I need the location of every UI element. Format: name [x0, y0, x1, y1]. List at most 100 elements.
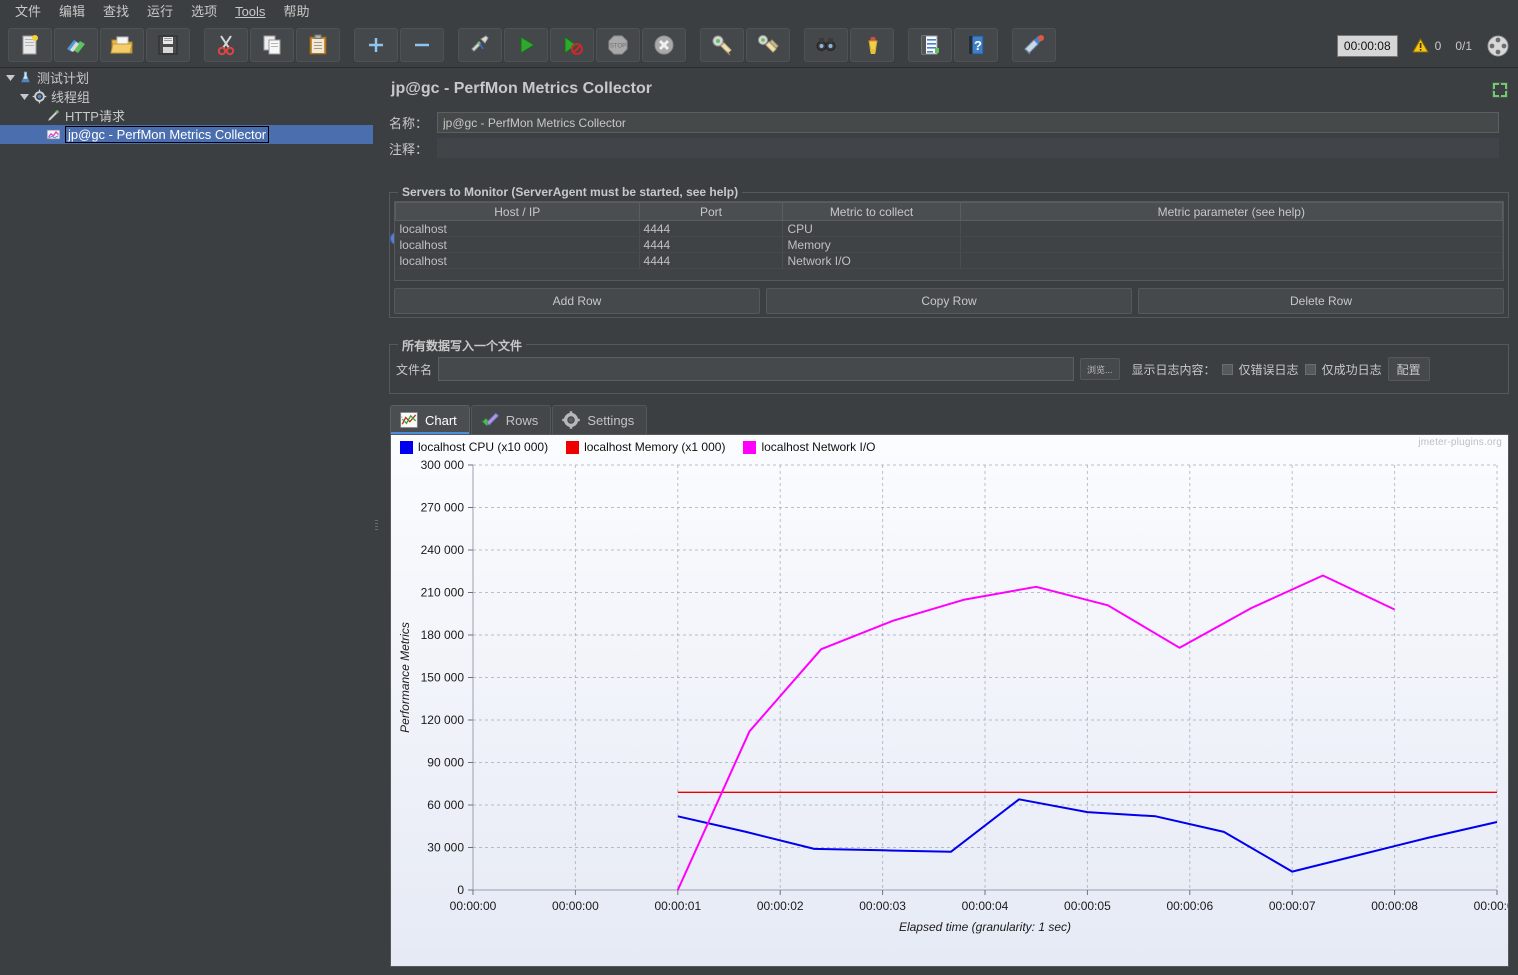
menu-item-7[interactable]: 帮助: [274, 1, 318, 22]
collapse-all-button[interactable]: [400, 28, 444, 62]
file-group-title: 所有数据写入一个文件: [398, 337, 527, 354]
tree-node-4[interactable]: jp@gc - PerfMon Metrics Collector: [0, 125, 373, 144]
perfmon-panel: jp@gc - PerfMon Metrics Collector 名称： 注释…: [381, 68, 1518, 975]
svg-text:Elapsed time (granularity: 1 s: Elapsed time (granularity: 1 sec): [899, 920, 1071, 934]
fullscreen-icon[interactable]: [1490, 80, 1510, 100]
test-plan-tree[interactable]: 测试计划 线程组 HTTP请求 jp@gc - PerfMon Metrics Col…: [0, 68, 373, 975]
legend-swatch: [566, 440, 580, 454]
port-cell[interactable]: 4444: [639, 252, 784, 269]
panel-splitter[interactable]: [373, 68, 380, 975]
svg-text:00:00:06: 00:00:06: [1166, 899, 1213, 913]
save-button[interactable]: [146, 28, 190, 62]
copy-row-button[interactable]: Copy Row: [766, 288, 1132, 314]
menu-item-2[interactable]: 编辑: [50, 1, 94, 22]
svg-text:300 000: 300 000: [421, 458, 465, 472]
templates-button[interactable]: [54, 28, 98, 62]
legend-item-1[interactable]: localhost CPU (x10 000): [400, 440, 548, 454]
browse-button[interactable]: 浏览...: [1080, 358, 1120, 380]
help-button[interactable]: ?: [954, 28, 998, 62]
delete-row-button[interactable]: Delete Row: [1138, 288, 1504, 314]
warning-icon: [1411, 38, 1429, 53]
start-no-pauses-button[interactable]: [550, 28, 594, 62]
svg-text:?: ?: [974, 38, 982, 53]
port-cell[interactable]: 4444: [639, 220, 784, 237]
table-row[interactable]: localhost 4444 Memory: [395, 236, 1503, 253]
comment-input[interactable]: [437, 138, 1499, 158]
success-only-checkbox[interactable]: [1304, 363, 1316, 375]
result-tabs[interactable]: Chart Rows Settings: [390, 405, 648, 434]
success-only-label: 仅成功日志: [1321, 362, 1382, 377]
undo-redo-icon: [1024, 35, 1044, 55]
column-header-4[interactable]: Metric parameter (see help): [959, 202, 1503, 221]
table-row[interactable]: localhost 4444 Network I/O: [395, 252, 1503, 269]
menu-item-6[interactable]: Tools: [226, 1, 274, 22]
show-log-label: 显示日志内容：: [1131, 362, 1216, 377]
paste-button[interactable]: [296, 28, 340, 62]
function-helper-button[interactable]: [908, 28, 952, 62]
legend-item-2[interactable]: localhost Memory (x1 000): [566, 440, 725, 454]
start-icon: [520, 36, 535, 54]
reset-search-button[interactable]: [850, 28, 894, 62]
column-header-3[interactable]: Metric to collect: [782, 202, 961, 221]
tab-chart[interactable]: Chart: [390, 405, 470, 434]
stop-button[interactable]: STOP: [596, 28, 640, 62]
tree-node-2[interactable]: 线程组: [0, 87, 373, 106]
tab-label: Settings: [587, 412, 635, 428]
expand-toggle-icon[interactable]: [18, 92, 31, 101]
open-button[interactable]: [100, 28, 144, 62]
param-cell[interactable]: [960, 220, 1503, 237]
gear-icon: [562, 411, 581, 429]
copy-button[interactable]: [250, 28, 294, 62]
tab-settings[interactable]: Settings: [552, 405, 648, 434]
host-cell[interactable]: localhost: [395, 252, 640, 269]
param-cell[interactable]: [960, 236, 1503, 253]
metric-cell[interactable]: Network I/O: [782, 252, 961, 269]
tree-node-1[interactable]: 测试计划: [0, 68, 373, 87]
chart-icon: [400, 412, 418, 428]
column-header-2[interactable]: Port: [638, 202, 784, 221]
host-cell[interactable]: localhost: [395, 236, 640, 253]
legend-label: localhost CPU (x10 000): [418, 440, 549, 454]
menu-item-3[interactable]: 查找: [94, 1, 138, 22]
search-button[interactable]: [804, 28, 848, 62]
expand-all-icon: [369, 38, 383, 52]
undo-redo-button[interactable]: [1012, 28, 1056, 62]
metric-cell[interactable]: CPU: [782, 220, 961, 237]
menu-item-1[interactable]: 文件: [6, 1, 50, 22]
toolbar: STOP?: [0, 23, 1518, 68]
perfmon-icon: [46, 129, 61, 140]
menu-item-5[interactable]: 选项: [182, 1, 226, 22]
name-label: 名称：: [389, 116, 429, 131]
servers-table[interactable]: Host / IP Port Metric to collect Metric par…: [395, 202, 1503, 269]
name-input[interactable]: [437, 112, 1499, 133]
add-row-button[interactable]: Add Row: [394, 288, 760, 314]
menu-item-4[interactable]: 运行: [138, 1, 182, 22]
clear-all-button[interactable]: [746, 28, 790, 62]
shutdown-button[interactable]: [642, 28, 686, 62]
legend-item-3[interactable]: localhost Network I/O: [743, 440, 876, 454]
new-button[interactable]: [8, 28, 52, 62]
host-cell[interactable]: localhost: [395, 220, 640, 237]
param-cell[interactable]: [960, 252, 1503, 269]
tree-node-3[interactable]: HTTP请求: [0, 106, 373, 125]
http-request-icon: [45, 108, 62, 124]
tab-rows[interactable]: Rows: [470, 405, 552, 434]
toggle-button[interactable]: [458, 28, 502, 62]
svg-text:60 000: 60 000: [427, 798, 464, 812]
table-row[interactable]: localhost 4444 CPU: [395, 220, 1503, 237]
cut-button[interactable]: [204, 28, 248, 62]
svg-text:180 000: 180 000: [421, 628, 465, 642]
expand-toggle-icon[interactable]: [4, 73, 17, 82]
svg-text:00:00:00: 00:00:00: [450, 899, 497, 913]
column-header-1[interactable]: Host / IP: [395, 202, 640, 221]
expand-all-button[interactable]: [354, 28, 398, 62]
clear-button[interactable]: [700, 28, 744, 62]
filename-input[interactable]: [438, 357, 1075, 381]
start-button[interactable]: [504, 28, 548, 62]
configure-button[interactable]: 配置: [1387, 357, 1430, 381]
errors-only-checkbox[interactable]: [1221, 363, 1233, 375]
metric-cell[interactable]: Memory: [782, 236, 961, 253]
port-cell[interactable]: 4444: [639, 236, 784, 253]
save-icon: [158, 35, 178, 55]
activity-icon[interactable]: [1486, 34, 1510, 58]
